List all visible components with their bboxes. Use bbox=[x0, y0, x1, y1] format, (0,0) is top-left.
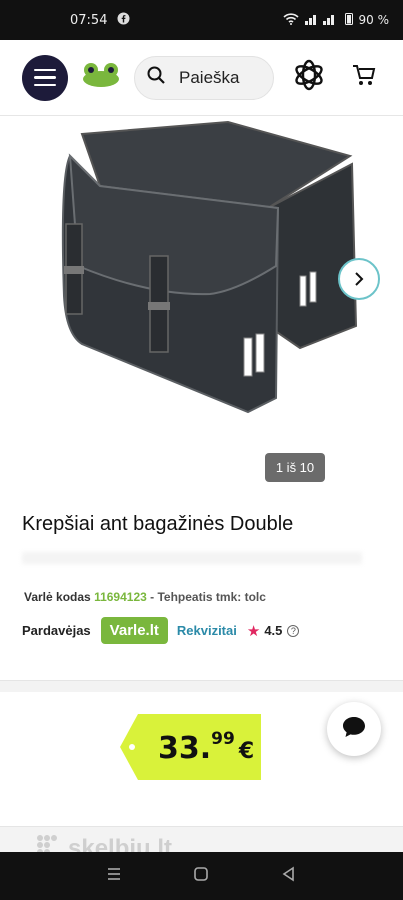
status-time: 07:54 bbox=[70, 12, 108, 28]
search-placeholder: Paieška bbox=[179, 67, 240, 87]
menu-button[interactable] bbox=[22, 54, 68, 101]
code-suffix: - Tehpeatis tmk: tolc bbox=[150, 590, 266, 604]
seller-label: Pardavėjas bbox=[22, 623, 91, 638]
price-tag: 33.99 € bbox=[120, 714, 261, 780]
search-bar[interactable]: Paieška bbox=[134, 55, 274, 100]
code-label: Varlė kodas bbox=[24, 590, 91, 604]
status-bar: 07:54 90 % bbox=[0, 0, 403, 40]
product-gallery[interactable]: 1 iš 10 bbox=[0, 116, 403, 496]
seller-rating: 4.5 bbox=[264, 623, 283, 638]
recent-apps-icon[interactable] bbox=[106, 866, 122, 887]
seller-details-link[interactable]: Rekvizitai bbox=[177, 623, 237, 638]
price-integer: 33 bbox=[158, 731, 200, 766]
seller-name-button[interactable]: Varle.lt bbox=[100, 617, 168, 644]
battery-icon bbox=[344, 12, 353, 28]
price-value: 33.99 € bbox=[158, 729, 255, 766]
wifi-icon bbox=[282, 12, 299, 28]
home-icon[interactable] bbox=[193, 866, 209, 887]
price-cents: 99 bbox=[211, 729, 235, 749]
divider bbox=[0, 680, 403, 692]
star-icon: ★ bbox=[246, 622, 261, 640]
facebook-icon bbox=[117, 12, 130, 29]
cart-icon[interactable] bbox=[352, 63, 376, 92]
openai-icon[interactable] bbox=[292, 58, 326, 97]
seller-row: Pardavėjas Varle.lt Rekvizitai ★ 4.5 ? bbox=[22, 617, 300, 644]
product-title: Krepšiai ant bagažinės Double bbox=[22, 513, 294, 535]
help-icon[interactable]: ? bbox=[287, 624, 300, 637]
product-code-line: Varlė kodas 11694123 - Tehpeatis tmk: to… bbox=[24, 590, 266, 604]
signal-icon bbox=[304, 13, 339, 28]
image-counter: 1 iš 10 bbox=[265, 453, 325, 482]
battery-level: 90 % bbox=[358, 13, 390, 27]
chat-button[interactable] bbox=[327, 702, 381, 756]
back-icon[interactable] bbox=[281, 866, 297, 887]
code-value: 11694123 bbox=[94, 590, 147, 604]
blurred-text bbox=[22, 552, 362, 564]
frog-logo-icon[interactable] bbox=[82, 63, 120, 92]
status-indicators: 90 % bbox=[282, 12, 390, 28]
chat-bubble-icon bbox=[342, 716, 366, 743]
search-icon bbox=[147, 66, 165, 89]
next-image-button[interactable] bbox=[338, 258, 380, 300]
site-header: Paieška bbox=[0, 40, 403, 116]
system-navigation-bar bbox=[0, 852, 403, 900]
price-currency: € bbox=[238, 739, 255, 764]
